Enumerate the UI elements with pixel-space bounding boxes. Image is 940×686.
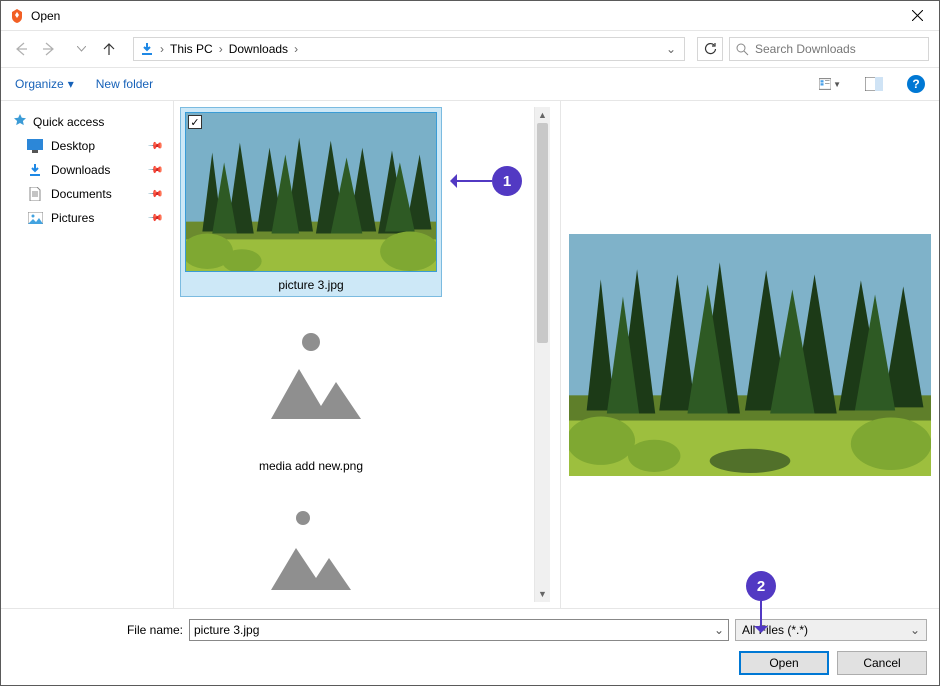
checkbox-checked-icon[interactable]: ✓: [188, 115, 202, 129]
chevron-down-icon: ▼: [833, 80, 841, 89]
file-item[interactable]: media add new.png: [180, 301, 442, 477]
desktop-icon: [27, 138, 43, 154]
address-dropdown-button[interactable]: ⌄: [662, 42, 680, 56]
star-icon: [13, 113, 27, 130]
file-item[interactable]: [180, 481, 442, 602]
file-thumbnail: [185, 485, 437, 602]
pin-icon: 📌: [146, 162, 163, 179]
document-icon: [27, 186, 43, 202]
pin-icon: 📌: [146, 210, 163, 227]
cancel-button[interactable]: Cancel: [837, 651, 927, 675]
chevron-down-icon: ▾: [68, 77, 74, 91]
forward-button[interactable]: [39, 39, 59, 59]
file-name-input[interactable]: picture 3.jpg ⌄: [189, 619, 729, 641]
title-bar: Open: [1, 1, 939, 31]
window-close-button[interactable]: [895, 2, 939, 30]
sidebar-item-pictures[interactable]: Pictures 📌: [7, 208, 167, 228]
open-button[interactable]: Open: [739, 651, 829, 675]
chevron-right-icon: ›: [158, 42, 166, 56]
download-icon: [27, 162, 43, 178]
new-folder-button[interactable]: New folder: [96, 77, 153, 91]
refresh-button[interactable]: [697, 37, 723, 61]
preview-pane: [561, 101, 939, 608]
breadcrumb-downloads[interactable]: Downloads: [227, 42, 290, 56]
chevron-right-icon: ›: [292, 42, 300, 56]
sidebar-item-desktop[interactable]: Desktop 📌: [7, 136, 167, 156]
callout-1: 1: [452, 166, 522, 196]
command-bar: Organize ▾ New folder ▼ ?: [1, 67, 939, 101]
view-thumbnails-button[interactable]: ▼: [819, 73, 841, 95]
recent-locations-button[interactable]: [71, 39, 91, 59]
address-bar[interactable]: › This PC › Downloads › ⌄: [133, 37, 685, 61]
file-thumbnail: [185, 305, 437, 453]
window-title: Open: [31, 9, 60, 23]
dialog-footer: File name: picture 3.jpg ⌄ All Files (*.…: [1, 608, 939, 685]
pin-icon: 📌: [146, 186, 163, 203]
file-name-label: picture 3.jpg: [185, 272, 437, 292]
app-icon: [9, 8, 25, 24]
file-thumbnail: ✓: [185, 112, 437, 272]
pin-icon: 📌: [146, 138, 163, 155]
download-folder-icon: [138, 40, 156, 58]
breadcrumb-this-pc[interactable]: This PC: [168, 42, 215, 56]
navigation-pane: Quick access Desktop 📌 Downloads 📌: [1, 101, 173, 608]
organize-menu-button[interactable]: Organize ▾: [15, 77, 74, 91]
scroll-up-button[interactable]: ▲: [535, 107, 550, 123]
scroll-down-button[interactable]: ▼: [535, 586, 550, 602]
vertical-scrollbar[interactable]: ▲ ▼: [534, 107, 550, 602]
scroll-thumb[interactable]: [537, 123, 548, 343]
chevron-down-icon: ⌄: [910, 623, 920, 637]
chevron-right-icon: ›: [217, 42, 225, 56]
sidebar-item-downloads[interactable]: Downloads 📌: [7, 160, 167, 180]
quick-access-group[interactable]: Quick access: [7, 111, 167, 132]
file-name-label: File name:: [113, 623, 183, 637]
help-button[interactable]: ?: [907, 75, 925, 93]
search-placeholder: Search Downloads: [755, 42, 856, 56]
nav-row: › This PC › Downloads › ⌄ Search Downloa…: [1, 31, 939, 67]
file-item-selected[interactable]: ✓ picture 3.jpg: [180, 107, 442, 297]
nav-arrows: [11, 39, 119, 59]
sidebar-item-documents[interactable]: Documents 📌: [7, 184, 167, 204]
back-button[interactable]: [11, 39, 31, 59]
search-icon: [736, 43, 749, 56]
preview-image: [569, 234, 931, 476]
picture-icon: [27, 210, 43, 226]
search-input[interactable]: Search Downloads: [729, 37, 929, 61]
chevron-down-icon[interactable]: ⌄: [714, 623, 724, 637]
file-name-label: media add new.png: [184, 453, 438, 473]
callout-2: 2: [746, 571, 776, 631]
preview-pane-button[interactable]: [863, 73, 885, 95]
up-button[interactable]: [99, 39, 119, 59]
